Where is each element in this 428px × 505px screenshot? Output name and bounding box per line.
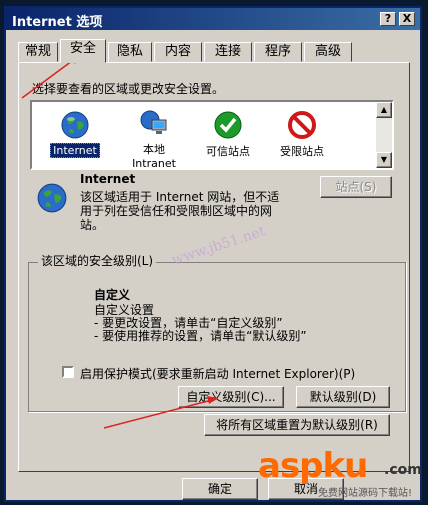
sites-button[interactable]: 站点(S) xyxy=(320,176,392,198)
aspku-logo: aspku xyxy=(258,446,368,486)
aspku-tagline: 免费网站源码下载站! xyxy=(318,488,413,499)
tab-content[interactable]: 内容 xyxy=(154,42,202,62)
protected-mode-checkbox[interactable] xyxy=(62,366,74,378)
zone-label-internet: Internet xyxy=(50,143,100,158)
zone-label-local: 本地 xyxy=(143,143,165,156)
close-button[interactable]: X xyxy=(399,12,415,26)
zone-internet[interactable]: Internet xyxy=(50,110,100,158)
window-title: Internet 选项 xyxy=(12,15,103,30)
zone-restricted-sites[interactable]: 受限站点 xyxy=(272,110,332,159)
tab-privacy[interactable]: 隐私 xyxy=(108,42,152,62)
protected-mode-label: 启用保护模式(要求重新启动 Internet Explorer)(P) xyxy=(80,367,356,381)
zone-list[interactable]: Internet 本地 Intranet 可信站点 受限站点 xyxy=(30,100,394,170)
zone-description: 该区域适用于 Internet 网站，但不适用于列在受信任和受限制区域中的网站。 xyxy=(80,190,280,232)
zone-label-trusted: 可信站点 xyxy=(206,145,250,158)
tab-advanced[interactable]: 高级 xyxy=(304,42,352,62)
zone-label-intranet: Intranet xyxy=(132,157,176,170)
zone-instruction: 选择要查看的区域或更改安全设置。 xyxy=(32,82,225,96)
tab-general[interactable]: 常规 xyxy=(18,42,58,62)
security-level-line-3: - 要使用推荐的设置，请单击“默认级别” xyxy=(94,329,307,343)
scroll-up-arrow-icon[interactable]: ▲ xyxy=(376,102,392,118)
restricted-icon xyxy=(288,111,316,139)
custom-level-button[interactable]: 自定义级别(C)... xyxy=(178,386,284,408)
default-level-button[interactable]: 默认级别(D) xyxy=(296,386,390,408)
security-level-group-label: 该区域的安全级别(L) xyxy=(38,252,157,269)
help-button[interactable]: ? xyxy=(380,12,396,26)
ok-button[interactable]: 确定 xyxy=(182,478,258,500)
tab-connections[interactable]: 连接 xyxy=(204,42,252,62)
zone-local-intranet[interactable]: 本地 Intranet xyxy=(122,108,186,170)
reset-all-zones-button[interactable]: 将所有区域重置为默认级别(R) xyxy=(204,414,390,436)
aspku-logo-suffix: .com xyxy=(384,462,422,478)
globe-icon xyxy=(61,111,89,139)
tab-security[interactable]: 安全 xyxy=(60,39,106,63)
trusted-check-icon xyxy=(214,111,242,139)
zone-trusted-sites[interactable]: 可信站点 xyxy=(200,110,256,159)
title-bar[interactable]: Internet 选项 ? X xyxy=(6,8,420,30)
zone-name: Internet xyxy=(80,172,136,186)
intranet-icon xyxy=(140,110,167,134)
globe-icon xyxy=(37,183,67,213)
tab-programs[interactable]: 程序 xyxy=(254,42,302,62)
zone-list-scrollbar[interactable]: ▲ ▼ xyxy=(376,102,392,168)
zone-label-restricted: 受限站点 xyxy=(280,145,324,158)
scroll-down-arrow-icon[interactable]: ▼ xyxy=(376,152,392,168)
